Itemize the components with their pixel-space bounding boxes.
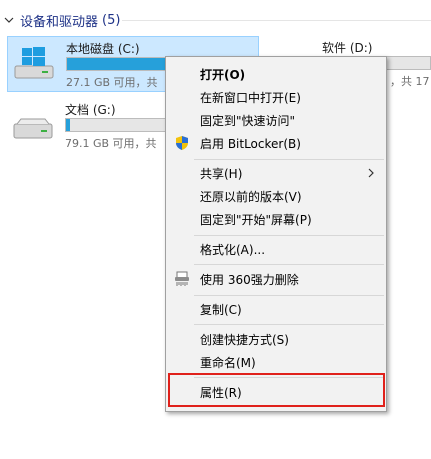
drive-name: 软件 (D:)	[322, 41, 373, 55]
chevron-down-icon	[4, 17, 14, 23]
menu-item-label: 在新窗口中打开(E)	[200, 90, 301, 105]
menu-separator	[194, 235, 384, 236]
menu-item-pin-start[interactable]: 固定到"开始"屏幕(P)	[166, 208, 386, 230]
menu-separator	[194, 159, 384, 160]
menu-item-label: 创建快捷方式(S)	[200, 332, 289, 347]
drive-name: 文档 (G:)	[65, 103, 116, 117]
menu-separator	[194, 324, 384, 325]
context-menu: 打开(O) 在新窗口中打开(E) 固定到"快速访问" 启用 BitLocker(…	[165, 56, 387, 412]
menu-separator	[194, 264, 384, 265]
menu-item-pin-quick-access[interactable]: 固定到"快速访问"	[166, 109, 386, 131]
menu-item-open[interactable]: 打开(O)	[166, 63, 386, 85]
menu-item-label: 共享(H)	[200, 166, 243, 181]
drive-name: 本地磁盘 (C:)	[66, 42, 140, 56]
menu-item-create-shortcut[interactable]: 创建快捷方式(S)	[166, 328, 386, 350]
chevron-right-icon	[368, 168, 374, 178]
menu-separator	[194, 295, 384, 296]
drive-free-space: ，共 17	[390, 75, 430, 88]
menu-separator	[194, 377, 384, 378]
menu-item-share[interactable]: 共享(H)	[166, 162, 386, 184]
section-divider	[122, 20, 431, 21]
shredder-icon	[175, 271, 189, 286]
menu-item-label: 固定到"开始"屏幕(P)	[200, 212, 312, 227]
menu-item-label: 打开(O)	[200, 67, 246, 82]
section-header-devices[interactable]: 设备和驱动器 (5)	[4, 10, 120, 30]
windows-drive-icon	[14, 47, 54, 79]
menu-item-format[interactable]: 格式化(A)...	[166, 238, 386, 260]
menu-item-label: 使用 360强力删除	[200, 272, 299, 287]
menu-item-label: 还原以前的版本(V)	[200, 189, 302, 204]
menu-item-rename[interactable]: 重命名(M)	[166, 351, 386, 373]
drive-usage-fill	[66, 119, 70, 131]
drive-free-space: 27.1 GB 可用，共	[66, 76, 158, 89]
shield-icon	[176, 136, 188, 150]
menu-item-open-new-window[interactable]: 在新窗口中打开(E)	[166, 86, 386, 108]
menu-item-label: 固定到"快速访问"	[200, 113, 296, 128]
drive-usage-fill	[67, 58, 179, 70]
menu-item-label: 重命名(M)	[200, 355, 256, 370]
menu-item-properties[interactable]: 属性(R)	[166, 381, 386, 403]
drive-free-space: 79.1 GB 可用，共	[65, 137, 157, 150]
section-title: 设备和驱动器	[20, 14, 99, 30]
menu-item-label: 复制(C)	[200, 302, 242, 317]
menu-item-copy[interactable]: 复制(C)	[166, 298, 386, 320]
menu-item-label: 启用 BitLocker(B)	[200, 136, 301, 151]
menu-item-restore-versions[interactable]: 还原以前的版本(V)	[166, 185, 386, 207]
menu-item-360-shred[interactable]: 使用 360强力删除	[166, 268, 386, 290]
menu-item-label: 属性(R)	[200, 385, 242, 400]
menu-item-label: 格式化(A)...	[200, 242, 266, 257]
hard-drive-icon	[13, 118, 53, 139]
menu-item-bitlocker[interactable]: 启用 BitLocker(B)	[166, 132, 386, 154]
section-count: (5)	[102, 12, 121, 28]
